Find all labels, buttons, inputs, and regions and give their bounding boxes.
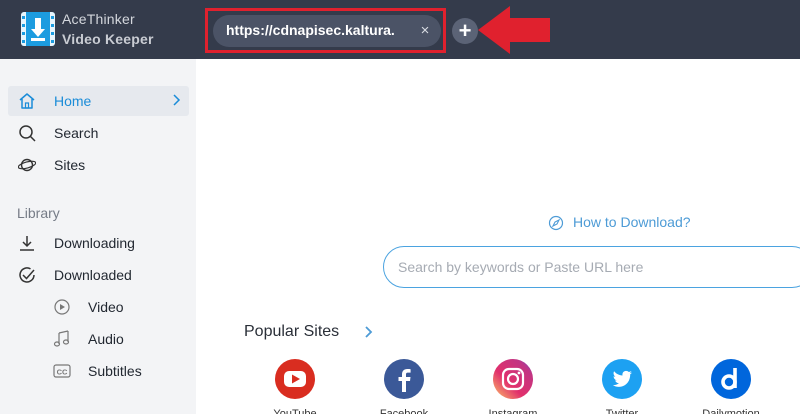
annotation-highlight-box xyxy=(205,8,446,53)
sidebar-item-home[interactable]: Home xyxy=(8,86,189,116)
site-facebook[interactable] xyxy=(384,359,424,399)
brand-line-2: Video Keeper xyxy=(62,31,154,47)
dailymotion-icon xyxy=(711,359,751,399)
site-dailymotion[interactable] xyxy=(711,359,751,399)
sidebar-item-downloaded[interactable]: Downloaded xyxy=(8,260,189,290)
how-to-download-label: How to Download? xyxy=(573,214,691,230)
sidebar-item-label: Sites xyxy=(54,157,86,173)
brand-line-1: AceThinker xyxy=(62,11,135,27)
site-label: Dailymotion xyxy=(702,408,760,414)
sidebar-item-downloading[interactable]: Downloading xyxy=(8,228,189,258)
sidebar-item-search[interactable]: Search xyxy=(8,118,189,148)
sidebar-item-sites[interactable]: Sites xyxy=(8,150,189,180)
library-section-label: Library xyxy=(17,205,60,221)
site-label: YouTube xyxy=(273,408,317,414)
chevron-right-icon[interactable] xyxy=(362,324,374,340)
twitter-icon xyxy=(602,359,642,399)
home-icon xyxy=(19,93,35,109)
facebook-icon xyxy=(384,359,424,399)
site-label: Instagram xyxy=(488,408,538,414)
sidebar: Home Search Sites Library Downloading Do… xyxy=(0,59,196,414)
site-youtube[interactable] xyxy=(275,359,315,399)
chevron-right-icon xyxy=(173,94,181,106)
compass-icon xyxy=(548,215,564,231)
planet-icon xyxy=(18,158,36,172)
play-circle-icon xyxy=(54,299,70,315)
site-instagram[interactable] xyxy=(493,359,533,399)
sidebar-item-audio[interactable]: Audio xyxy=(48,324,188,354)
site-twitter[interactable] xyxy=(602,359,642,399)
sidebar-item-label: Downloaded xyxy=(54,267,132,283)
instagram-icon xyxy=(493,359,533,399)
search-icon xyxy=(19,125,36,142)
main-content: How to Download? Popular Sites xyxy=(196,59,800,414)
annotation-arrow-icon xyxy=(478,6,550,54)
sidebar-item-label: Subtitles xyxy=(88,363,142,379)
sidebar-item-label: Search xyxy=(54,125,99,141)
sidebar-item-label: Audio xyxy=(88,331,124,347)
search-box[interactable] xyxy=(383,246,800,288)
header-bar: AceThinker Video Keeper https://cdnapise… xyxy=(0,0,800,59)
sidebar-item-subtitles[interactable]: CC Subtitles xyxy=(48,356,188,386)
sidebar-item-label: Video xyxy=(88,299,124,315)
youtube-icon xyxy=(275,359,315,399)
sidebar-item-label: Downloading xyxy=(54,235,135,251)
app-window: AceThinker Video Keeper https://cdnapise… xyxy=(0,0,800,414)
site-label: Facebook xyxy=(379,408,429,414)
check-circle-icon xyxy=(19,267,35,283)
search-input[interactable] xyxy=(398,257,798,277)
sidebar-item-label: Home xyxy=(54,93,92,109)
sidebar-item-video[interactable]: Video xyxy=(48,292,188,322)
svg-text:CC: CC xyxy=(57,368,68,377)
music-note-icon xyxy=(53,330,70,347)
site-label: Twitter xyxy=(605,408,639,414)
app-logo-icon xyxy=(21,12,55,46)
cc-icon: CC xyxy=(53,364,71,378)
app-brand: AceThinker Video Keeper xyxy=(62,9,154,49)
download-icon xyxy=(20,236,34,251)
popular-sites-title: Popular Sites xyxy=(244,323,340,340)
